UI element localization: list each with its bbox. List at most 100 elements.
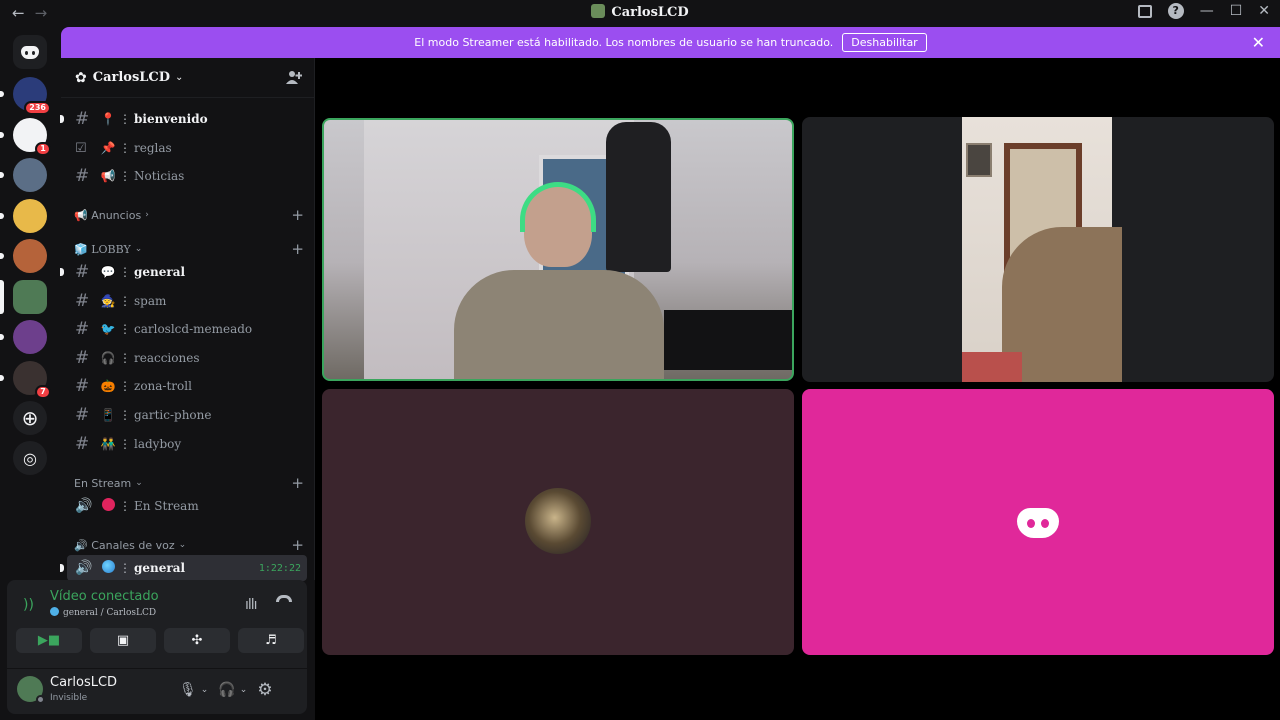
server-name: CarlosLCD bbox=[92, 70, 171, 85]
back-arrow-icon[interactable]: ← bbox=[12, 4, 25, 22]
soundboard-button[interactable]: ♬ bbox=[238, 628, 304, 653]
server-indicator bbox=[0, 132, 4, 138]
create-channel-icon[interactable]: + bbox=[291, 474, 304, 492]
channel-emoji: 📍 bbox=[100, 112, 116, 126]
title-bar: ← → CarlosLCD ? — ☐ ✕ bbox=[0, 0, 1280, 27]
server-icon-4[interactable] bbox=[0, 199, 47, 233]
globe-icon bbox=[101, 560, 115, 573]
channel-spam[interactable]: # 🧙 ⋮ spam bbox=[67, 288, 307, 314]
server-icon-1[interactable]: 236 bbox=[0, 77, 51, 115]
share-screen-button[interactable]: ▣ bbox=[90, 628, 156, 653]
hash-icon: # bbox=[75, 109, 90, 129]
video-tile-speaking[interactable] bbox=[322, 118, 794, 381]
close-window-icon[interactable]: ✕ bbox=[1258, 3, 1270, 19]
connection-signal-icon[interactable]: )) bbox=[23, 597, 34, 613]
channel-label: general bbox=[134, 265, 186, 279]
category-lobby[interactable]: 🧊 LOBBY ⌄ + bbox=[74, 240, 304, 258]
call-timer: 1:22:22 bbox=[258, 562, 301, 574]
unread-indicator bbox=[60, 115, 64, 123]
channel-carloslcd-memeado[interactable]: # 🐦 ⋮ carloslcd-memeado bbox=[67, 316, 307, 342]
headphones-icon[interactable]: 🎧 bbox=[218, 682, 235, 698]
server-icon-3[interactable] bbox=[0, 158, 47, 192]
avatar[interactable] bbox=[17, 676, 45, 704]
help-icon[interactable]: ? bbox=[1167, 3, 1184, 19]
channel-emoji: 📌 bbox=[100, 141, 116, 155]
server-icon-8[interactable]: 7 bbox=[0, 361, 51, 399]
category-canales-de-voz[interactable]: 🔊 Canales de voz ⌄ + bbox=[74, 536, 304, 554]
create-channel-icon[interactable]: + bbox=[291, 206, 304, 224]
server-icon-2[interactable]: 1 bbox=[0, 118, 51, 156]
noise-suppression-icon[interactable]: ıllı bbox=[245, 597, 258, 613]
hash-icon: # bbox=[75, 262, 90, 282]
disconnect-icon[interactable] bbox=[276, 595, 292, 602]
server-icon-7[interactable] bbox=[0, 320, 47, 354]
close-icon[interactable]: ✕ bbox=[1252, 33, 1265, 52]
plus-icon: ⊕ bbox=[21, 406, 39, 430]
banner-text: El modo Streamer está habilitado. Los no… bbox=[414, 36, 834, 49]
user-area: CarlosLCD Invisible 🎙 ⌄ 🎧 ⌄ ⚙ bbox=[7, 668, 307, 714]
channel-label: reacciones bbox=[134, 350, 200, 365]
inbox-icon[interactable] bbox=[1137, 4, 1152, 18]
channel-label: gartic-phone bbox=[134, 408, 212, 422]
hanging-jacket bbox=[606, 122, 671, 272]
category-anuncios[interactable]: 📢 Anuncios › + bbox=[74, 206, 304, 224]
add-server-button[interactable]: ⊕ bbox=[13, 401, 47, 435]
channel-label: carloslcd-memeado bbox=[134, 322, 253, 337]
create-channel-icon[interactable]: + bbox=[291, 240, 304, 258]
channel-reglas[interactable]: ☑ 📌 ⋮ reglas bbox=[67, 135, 307, 161]
channel-emoji: 🧙 bbox=[100, 293, 116, 308]
channel-gartic-phone[interactable]: # 📱 ⋮ gartic-phone bbox=[67, 402, 307, 428]
invite-people-icon[interactable] bbox=[286, 70, 302, 85]
flower-icon: ✿ bbox=[75, 69, 87, 86]
chevron-down-icon[interactable]: ⌄ bbox=[201, 685, 209, 695]
minimize-icon[interactable]: — bbox=[1200, 3, 1214, 19]
hash-icon: # bbox=[75, 319, 90, 340]
compass-icon: ◎ bbox=[23, 448, 37, 468]
server-icon-5[interactable] bbox=[0, 239, 47, 273]
server-indicator bbox=[0, 213, 4, 219]
category-label: 📢 Anuncios bbox=[74, 208, 142, 222]
chevron-down-icon[interactable]: ⌄ bbox=[240, 685, 248, 695]
channel-reacciones[interactable]: # 🎧 ⋮ reacciones bbox=[67, 345, 307, 371]
audio-tile[interactable] bbox=[322, 389, 794, 655]
window-title: CarlosLCD bbox=[0, 4, 1280, 20]
activities-button[interactable]: ✣ bbox=[164, 628, 230, 653]
unread-indicator bbox=[60, 564, 64, 572]
channel-noticias[interactable]: # 📢 ⋮ Noticias bbox=[67, 163, 307, 189]
microphone-icon[interactable]: 🎙 bbox=[179, 682, 197, 698]
unread-indicator bbox=[60, 268, 64, 276]
disable-streamer-button[interactable]: Deshabilitar bbox=[842, 33, 927, 52]
channel-label: Noticias bbox=[134, 169, 185, 183]
voice-status[interactable]: Vídeo conectado bbox=[50, 589, 159, 604]
server-indicator bbox=[0, 172, 4, 178]
channel-zona-troll[interactable]: # 🎃 ⋮ zona-troll bbox=[67, 373, 307, 399]
server-icon bbox=[591, 4, 606, 18]
hash-icon: # bbox=[75, 166, 90, 186]
create-channel-icon[interactable]: + bbox=[291, 536, 304, 554]
chevron-right-icon: › bbox=[145, 210, 149, 220]
user-status: Invisible bbox=[50, 693, 88, 703]
voice-channel-general[interactable]: 🔊 ⋮ general 1:22:22 bbox=[60, 555, 307, 581]
camera-button[interactable]: ▶■ bbox=[16, 628, 82, 653]
speaker-icon: 🔊 bbox=[75, 498, 93, 514]
voice-channel-en-stream[interactable]: 🔊 ⋮ En Stream bbox=[67, 493, 307, 519]
explore-servers-button[interactable]: ◎ bbox=[13, 441, 47, 475]
chevron-down-icon: ⌄ bbox=[134, 244, 143, 254]
audio-tile-placeholder[interactable] bbox=[802, 389, 1274, 655]
direct-messages-button[interactable] bbox=[13, 35, 47, 69]
video-tile-2[interactable] bbox=[802, 117, 1274, 382]
maximize-icon[interactable]: ☐ bbox=[1230, 3, 1243, 19]
username[interactable]: CarlosLCD bbox=[50, 675, 117, 690]
channel-general[interactable]: # 💬 ⋮ general bbox=[60, 259, 307, 285]
voice-location: general / CarlosLCD bbox=[50, 607, 156, 618]
server-header[interactable]: ✿ CarlosLCD ⌄ bbox=[61, 58, 314, 98]
gear-icon[interactable]: ⚙ bbox=[257, 680, 272, 700]
voice-panel: )) Vídeo conectado general / CarlosLCD ı… bbox=[7, 580, 307, 714]
channel-bienvenido[interactable]: # 📍 ⋮ bienvenido bbox=[60, 106, 307, 132]
channel-sidebar: ✿ CarlosLCD ⌄ # 📍 ⋮ bienvenido ☑ 📌 ⋮ reg… bbox=[60, 58, 315, 581]
chevron-down-icon: ⌄ bbox=[178, 540, 187, 550]
category-en-stream[interactable]: En Stream ⌄ + bbox=[74, 474, 304, 492]
forward-arrow-icon[interactable]: → bbox=[35, 4, 48, 22]
channel-ladyboy[interactable]: # 👬 ⋮ ladyboy bbox=[67, 431, 307, 457]
server-icon-6[interactable] bbox=[0, 280, 47, 314]
